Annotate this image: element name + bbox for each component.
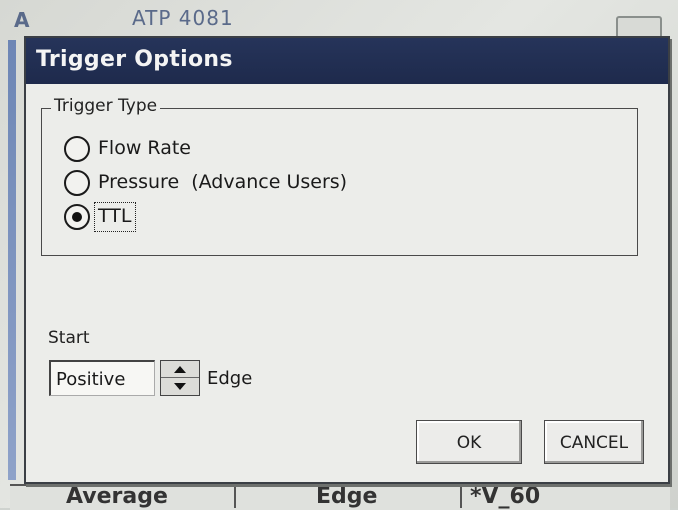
radio-flow-rate[interactable]: Flow Rate [64, 136, 364, 166]
background-cell-average: Average [66, 484, 168, 509]
radio-ttl-label[interactable]: TTL [98, 205, 131, 227]
background-app-letter: A [14, 8, 30, 32]
background-app-title: ATP 4081 [132, 6, 234, 30]
dialog-title: Trigger Options [36, 47, 233, 72]
spinner-up-button[interactable] [161, 361, 199, 378]
edge-polarity-spinner[interactable] [160, 360, 200, 396]
ok-button[interactable]: OK [416, 420, 522, 464]
triangle-up-icon [174, 366, 186, 373]
triangle-down-icon [174, 383, 186, 390]
radio-ttl[interactable]: TTL [64, 202, 264, 234]
spinner-down-button[interactable] [161, 378, 199, 395]
edge-polarity-value: Positive [56, 369, 126, 390]
radio-dot-icon [72, 212, 82, 222]
radio-pressure-label[interactable]: Pressure (Advance Users) [98, 171, 347, 193]
radio-circle-icon[interactable] [64, 136, 90, 162]
start-label: Start [48, 328, 90, 348]
background-cell-divider [234, 486, 236, 508]
dialog-titlebar: Trigger Options [26, 38, 668, 84]
radio-circle-icon[interactable] [64, 170, 90, 196]
cancel-button[interactable]: CANCEL [544, 420, 644, 464]
edge-suffix-label: Edge [207, 368, 253, 389]
edge-polarity-field[interactable]: Positive [49, 360, 155, 396]
background-cell-edge: Edge [316, 484, 378, 509]
trigger-type-legend: Trigger Type [51, 96, 161, 116]
trigger-options-dialog: Trigger Options Trigger Type Flow Rate P… [24, 36, 670, 484]
background-side-strip [8, 40, 16, 480]
radio-selected-icon[interactable] [64, 204, 90, 230]
background-cell-v60: *V_60 [470, 484, 541, 509]
radio-flow-rate-label[interactable]: Flow Rate [98, 137, 191, 159]
radio-pressure[interactable]: Pressure (Advance Users) [64, 170, 464, 200]
background-cell-divider [460, 486, 462, 508]
